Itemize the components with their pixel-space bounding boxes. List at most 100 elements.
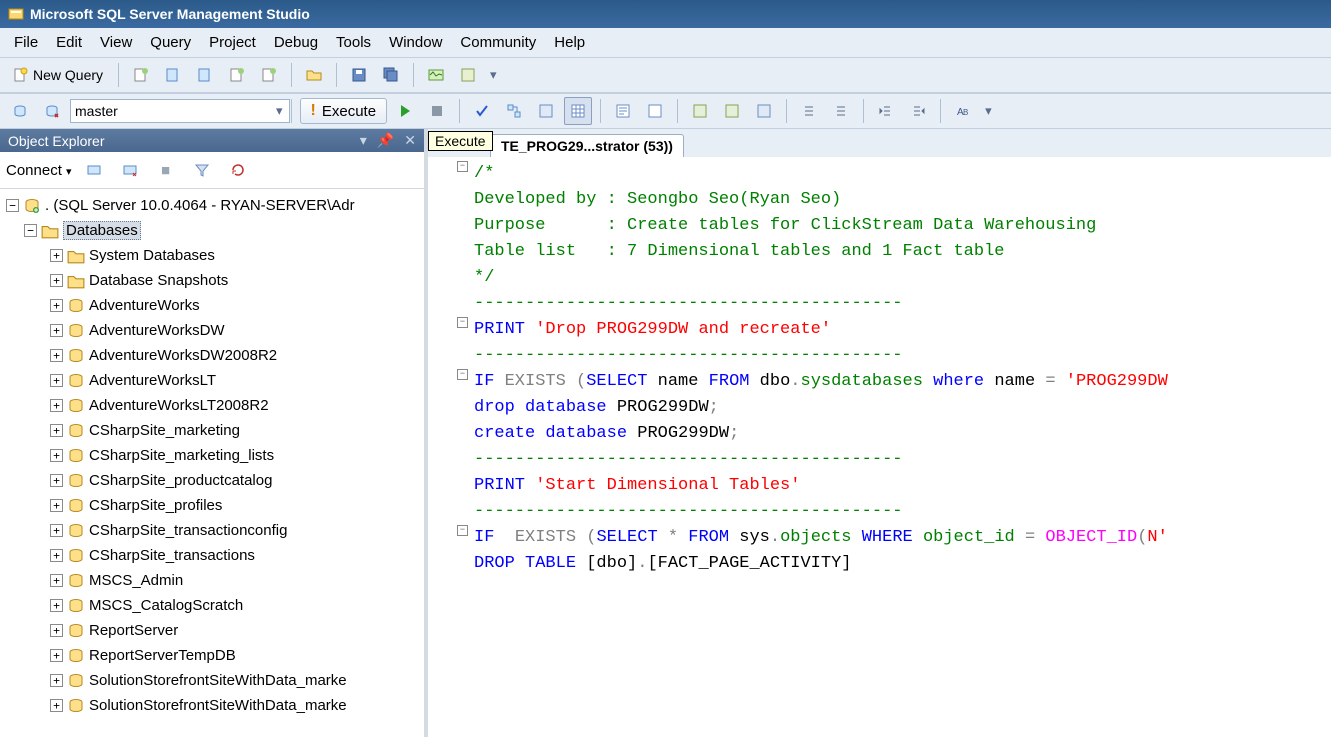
- tree-server-node[interactable]: − . (SQL Server 10.0.4064 - RYAN-SERVER\…: [6, 193, 422, 218]
- panel-dropdown-icon[interactable]: ▾: [360, 132, 367, 149]
- panel-pin-icon[interactable]: 📌: [377, 132, 394, 149]
- oe-filter-icon[interactable]: [188, 156, 216, 184]
- tree-database-node[interactable]: +CSharpSite_transactions: [6, 543, 422, 568]
- results-to-grid-icon[interactable]: [564, 97, 592, 125]
- expand-icon[interactable]: +: [50, 424, 63, 437]
- menu-debug[interactable]: Debug: [274, 34, 318, 51]
- new-db-query-icon[interactable]: [127, 61, 155, 89]
- menu-window[interactable]: Window: [389, 34, 442, 51]
- oe-disconnect-icon[interactable]: [116, 156, 144, 184]
- tree-database-node[interactable]: +AdventureWorksLT: [6, 368, 422, 393]
- include-plan-icon[interactable]: [750, 97, 778, 125]
- expand-icon[interactable]: +: [50, 349, 63, 362]
- tree-database-node[interactable]: +SolutionStorefrontSiteWithData_marke: [6, 668, 422, 693]
- oe-stop-icon[interactable]: ■: [152, 156, 180, 184]
- code-line[interactable]: ----------------------------------------…: [436, 447, 1331, 473]
- connect-icon[interactable]: [6, 97, 34, 125]
- menu-file[interactable]: File: [14, 34, 38, 51]
- specify-template-values-icon[interactable]: AB: [949, 97, 977, 125]
- tree-database-node[interactable]: +CSharpSite_marketing: [6, 418, 422, 443]
- panel-close-icon[interactable]: ✕: [404, 132, 416, 149]
- code-line[interactable]: ----------------------------------------…: [436, 499, 1331, 525]
- registered-servers-icon[interactable]: [454, 61, 482, 89]
- code-line[interactable]: PRINT 'Start Dimensional Tables': [436, 473, 1331, 499]
- debug-play-icon[interactable]: [391, 97, 419, 125]
- toolbar-overflow-icon[interactable]: ▾: [490, 67, 497, 83]
- expand-icon[interactable]: +: [50, 599, 63, 612]
- tree-database-node[interactable]: +CSharpSite_profiles: [6, 493, 422, 518]
- indent-icon[interactable]: [827, 97, 855, 125]
- expand-icon[interactable]: +: [50, 624, 63, 637]
- tree-folder-node[interactable]: +System Databases: [6, 243, 422, 268]
- menu-help[interactable]: Help: [554, 34, 585, 51]
- menu-project[interactable]: Project: [209, 34, 256, 51]
- outdent-icon[interactable]: [795, 97, 823, 125]
- expand-icon[interactable]: +: [50, 499, 63, 512]
- object-explorer-tree[interactable]: − . (SQL Server 10.0.4064 - RYAN-SERVER\…: [0, 189, 424, 737]
- code-line[interactable]: drop database PROG299DW;: [436, 395, 1331, 421]
- results-to-file-icon[interactable]: [641, 97, 669, 125]
- oe-refresh-icon[interactable]: [224, 156, 252, 184]
- stop-icon[interactable]: [423, 97, 451, 125]
- code-editor[interactable]: −/*Developed by : Seongbo Seo(Ryan Seo)P…: [428, 157, 1331, 737]
- open-file-icon[interactable]: [300, 61, 328, 89]
- parse-check-icon[interactable]: [468, 97, 496, 125]
- tree-database-node[interactable]: +AdventureWorksLT2008R2: [6, 393, 422, 418]
- change-connection-icon[interactable]: [38, 97, 66, 125]
- tree-databases-node[interactable]: − Databases: [6, 218, 422, 243]
- increase-indent-icon[interactable]: [904, 97, 932, 125]
- expand-icon[interactable]: +: [50, 649, 63, 662]
- code-line[interactable]: Table list : 7 Dimensional tables and 1 …: [436, 239, 1331, 265]
- new-ce-query-icon[interactable]: [255, 61, 283, 89]
- expand-icon[interactable]: +: [50, 399, 63, 412]
- tree-database-node[interactable]: +MSCS_Admin: [6, 568, 422, 593]
- fold-icon[interactable]: −: [457, 161, 468, 172]
- tree-database-node[interactable]: +ReportServer: [6, 618, 422, 643]
- code-line[interactable]: −IF EXISTS (SELECT name FROM dbo.sysdata…: [436, 369, 1331, 395]
- uncomment-icon[interactable]: [718, 97, 746, 125]
- results-to-text-icon[interactable]: [609, 97, 637, 125]
- expand-icon[interactable]: +: [50, 449, 63, 462]
- estimated-plan-icon[interactable]: [500, 97, 528, 125]
- code-line[interactable]: */: [436, 265, 1331, 291]
- tree-database-node[interactable]: +CSharpSite_productcatalog: [6, 468, 422, 493]
- expand-icon[interactable]: +: [50, 324, 63, 337]
- menu-query[interactable]: Query: [150, 34, 191, 51]
- tree-database-node[interactable]: +MSCS_CatalogScratch: [6, 593, 422, 618]
- connect-button[interactable]: Connect ▾: [6, 162, 72, 179]
- code-line[interactable]: ----------------------------------------…: [436, 291, 1331, 317]
- expand-icon[interactable]: +: [50, 249, 63, 262]
- expand-icon[interactable]: +: [50, 299, 63, 312]
- database-select[interactable]: [70, 99, 290, 123]
- expand-icon[interactable]: +: [50, 699, 63, 712]
- menu-tools[interactable]: Tools: [336, 34, 371, 51]
- expand-icon[interactable]: +: [50, 274, 63, 287]
- tree-database-node[interactable]: +AdventureWorksDW: [6, 318, 422, 343]
- tree-folder-node[interactable]: +Database Snapshots: [6, 268, 422, 293]
- code-line[interactable]: −/*: [436, 161, 1331, 187]
- code-line[interactable]: create database PROG299DW;: [436, 421, 1331, 447]
- oe-connect-icon[interactable]: [80, 156, 108, 184]
- code-line[interactable]: Purpose : Create tables for ClickStream …: [436, 213, 1331, 239]
- collapse-icon[interactable]: −: [6, 199, 19, 212]
- menu-community[interactable]: Community: [460, 34, 536, 51]
- comment-icon[interactable]: [686, 97, 714, 125]
- expand-icon[interactable]: +: [50, 524, 63, 537]
- fold-icon[interactable]: −: [457, 317, 468, 328]
- fold-icon[interactable]: −: [457, 525, 468, 536]
- expand-icon[interactable]: +: [50, 474, 63, 487]
- code-line[interactable]: −IF EXISTS (SELECT * FROM sys.objects WH…: [436, 525, 1331, 551]
- fold-icon[interactable]: −: [457, 369, 468, 380]
- tree-database-node[interactable]: +CSharpSite_transactionconfig: [6, 518, 422, 543]
- expand-icon[interactable]: +: [50, 549, 63, 562]
- activity-monitor-icon[interactable]: [422, 61, 450, 89]
- execute-button[interactable]: ! Execute: [300, 98, 388, 124]
- save-all-icon[interactable]: [377, 61, 405, 89]
- expand-icon[interactable]: +: [50, 374, 63, 387]
- code-line[interactable]: ----------------------------------------…: [436, 343, 1331, 369]
- editor-tab[interactable]: TE_PROG29...strator (53)): [490, 134, 684, 157]
- query-options-icon[interactable]: [532, 97, 560, 125]
- new-query-button[interactable]: New Query: [6, 64, 110, 86]
- decrease-indent-icon[interactable]: [872, 97, 900, 125]
- code-line[interactable]: DROP TABLE [dbo].[FACT_PAGE_ACTIVITY]: [436, 551, 1331, 577]
